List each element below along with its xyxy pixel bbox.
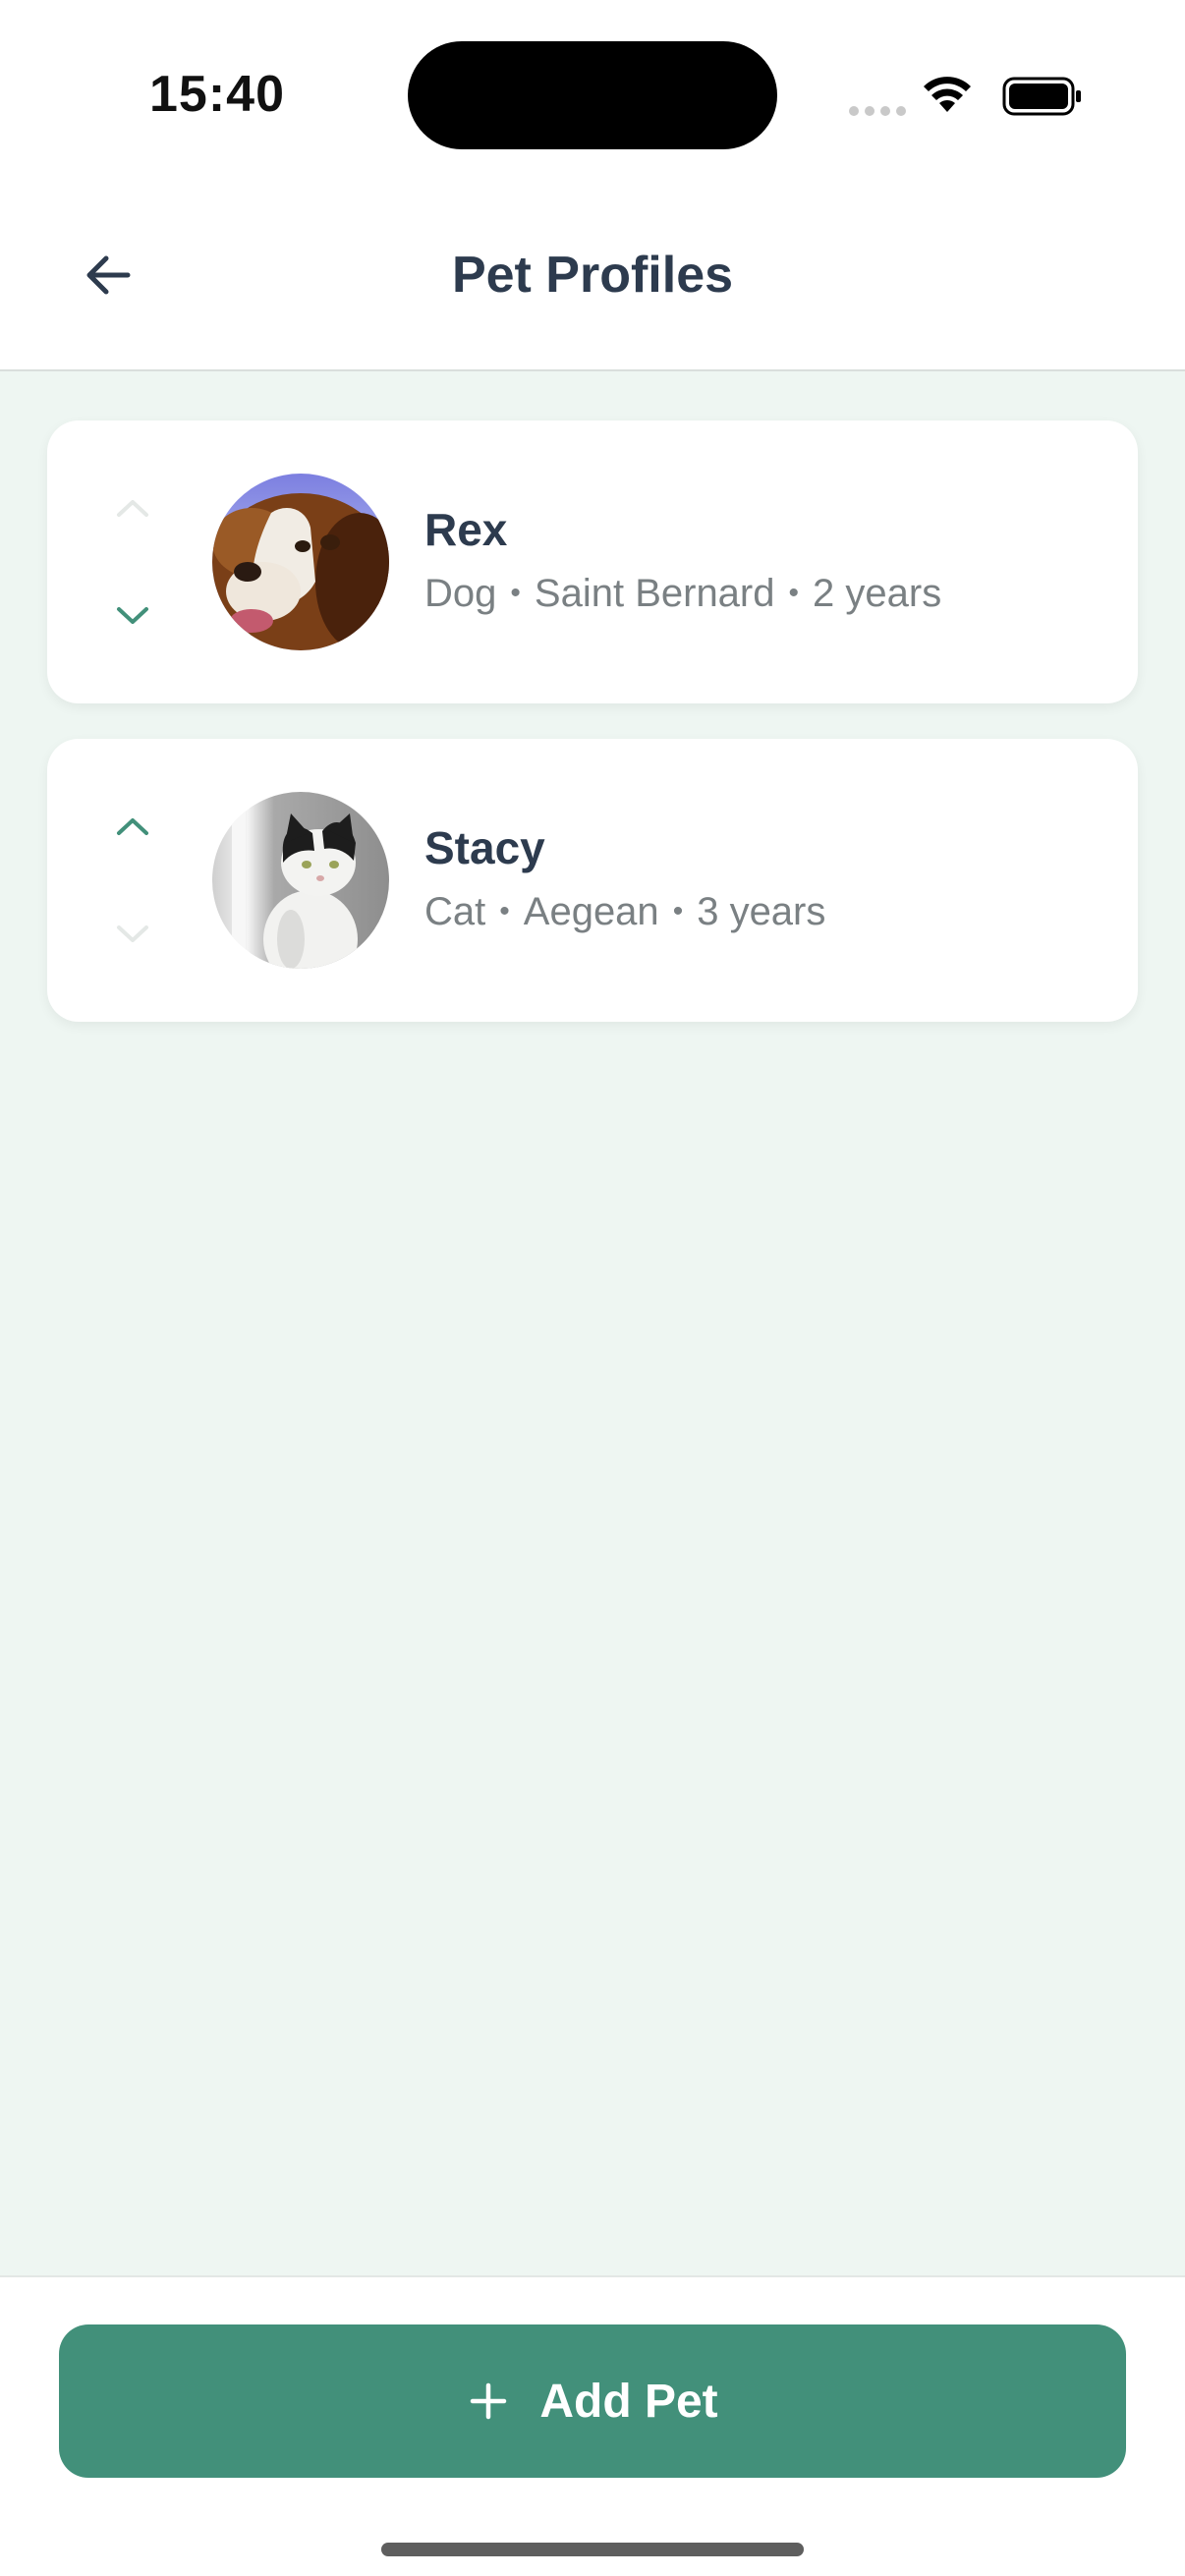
move-up-button[interactable]: [108, 802, 157, 851]
pet-details: Cat • Aegean • 3 years: [424, 890, 825, 934]
bottom-bar: Add Pet: [0, 2275, 1185, 2576]
separator-dot: •: [788, 577, 800, 609]
move-down-button[interactable]: [108, 591, 157, 641]
status-time: 15:40: [149, 66, 285, 123]
pet-name: Stacy: [424, 822, 545, 873]
pet-card-stacy[interactable]: Stacy Cat • Aegean • 3 years: [47, 739, 1138, 1022]
move-down-button[interactable]: [108, 910, 157, 959]
pet-age: 3 years: [697, 890, 826, 933]
add-pet-button[interactable]: Add Pet: [59, 2324, 1126, 2478]
pet-age: 2 years: [813, 572, 942, 615]
separator-dot: •: [510, 577, 521, 609]
status-indicators: [845, 71, 1091, 120]
home-indicator: [381, 2543, 804, 2556]
pet-list: Rex Dog • Saint Bernard • 2 years Stacy …: [47, 420, 1138, 1057]
page-title: Pet Profiles: [451, 247, 734, 304]
add-pet-label: Add Pet: [539, 2375, 718, 2428]
nav-header: Pet Profiles: [0, 187, 1185, 371]
chevron-down-icon: [117, 925, 148, 942]
reorder-controls: [108, 802, 157, 959]
pet-avatar: [212, 474, 389, 650]
pet-breed: Saint Bernard: [534, 572, 775, 615]
plus-icon: [467, 2380, 510, 2423]
chevron-down-icon: [117, 607, 148, 624]
cellular-signal-icon: [849, 106, 906, 116]
pet-breed: Aegean: [523, 890, 659, 933]
pet-name: Rex: [424, 504, 508, 555]
separator-dot: •: [499, 895, 510, 927]
reorder-controls: [108, 483, 157, 641]
status-bar: 15:40: [0, 0, 1185, 187]
separator-dot: •: [672, 895, 684, 927]
move-up-button[interactable]: [108, 483, 157, 532]
pet-species: Cat: [424, 890, 486, 933]
pet-species: Dog: [424, 572, 497, 615]
cat-photo: [212, 792, 389, 969]
dog-photo: [212, 474, 389, 650]
chevron-up-icon: [117, 818, 148, 835]
chevron-up-icon: [117, 500, 148, 517]
pet-avatar: [212, 792, 389, 969]
pet-card-rex[interactable]: Rex Dog • Saint Bernard • 2 years: [47, 420, 1138, 703]
dynamic-island: [408, 41, 777, 149]
wifi-icon: [924, 77, 971, 112]
pet-details: Dog • Saint Bernard • 2 years: [424, 572, 941, 616]
battery-icon: [1002, 77, 1081, 116]
